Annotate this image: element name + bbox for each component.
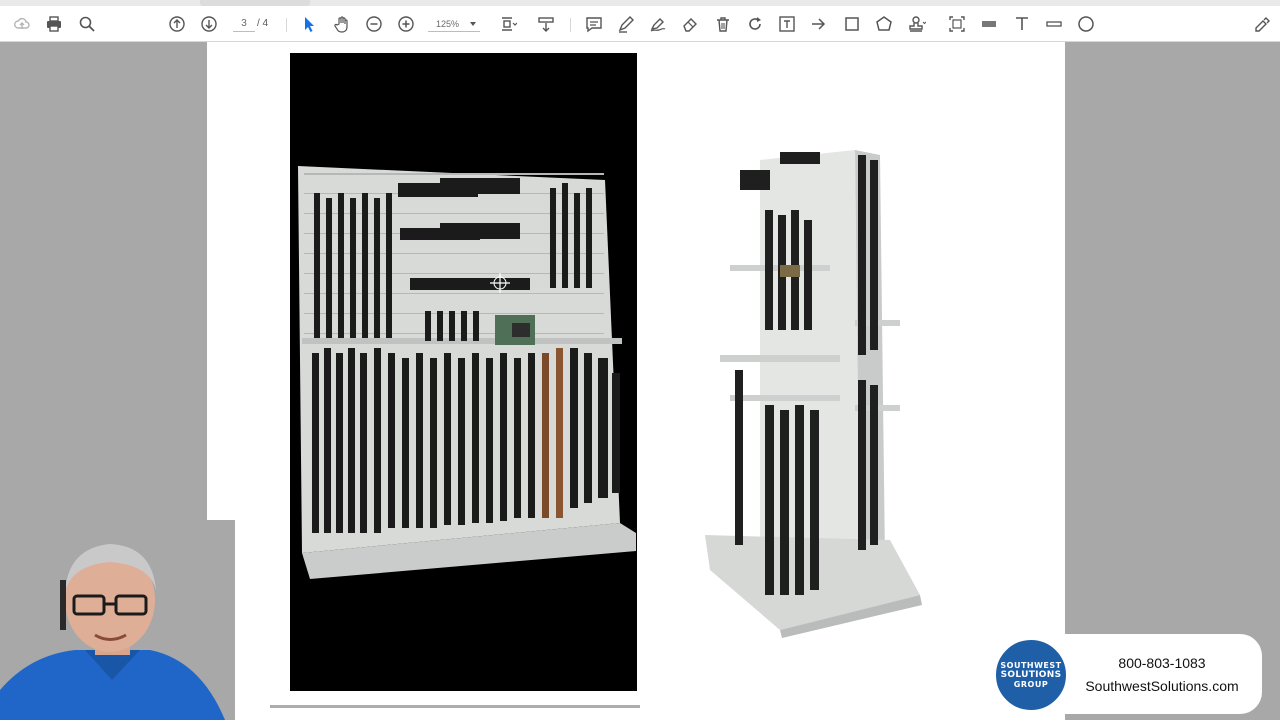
stamp-icon[interactable] (906, 13, 928, 35)
fit-page-icon[interactable] (497, 13, 519, 35)
scroll-mode-icon[interactable] (535, 13, 557, 35)
page-number-input[interactable]: 3 (233, 16, 255, 32)
zoom-in-icon[interactable] (395, 13, 417, 35)
next-page-icon[interactable] (198, 13, 220, 35)
website-url: SouthwestSolutions.com (1085, 678, 1239, 694)
page-total: / 4 (257, 18, 269, 29)
image-icon[interactable] (946, 13, 968, 35)
zoom-level-value: 125% (436, 19, 460, 29)
line-icon[interactable] (1043, 13, 1065, 35)
comment-icon[interactable] (583, 13, 605, 35)
rotating-gun-tower-photo (690, 140, 940, 640)
chevron-down-icon (470, 22, 476, 26)
circle-icon[interactable] (1075, 13, 1097, 35)
search-icon[interactable] (76, 13, 98, 35)
toolbar-divider (570, 18, 571, 32)
draw-icon[interactable] (647, 13, 669, 35)
phone-number: 800-803-1083 (1118, 655, 1206, 671)
hand-tool-icon[interactable] (331, 13, 353, 35)
delete-icon[interactable] (712, 13, 734, 35)
edit-signature-icon[interactable] (1251, 13, 1273, 35)
toolbar-divider (286, 18, 287, 32)
zoom-level-select[interactable]: 125% (428, 16, 480, 32)
polygon-icon[interactable] (873, 13, 895, 35)
previous-page-icon[interactable] (166, 13, 188, 35)
add-text-icon[interactable] (1011, 13, 1033, 35)
select-pointer-icon[interactable] (298, 13, 320, 35)
arrow-icon[interactable] (808, 13, 830, 35)
rotate-icon[interactable] (744, 13, 766, 35)
zoom-out-icon[interactable] (363, 13, 385, 35)
redact-icon[interactable] (978, 13, 1000, 35)
rectangle-icon[interactable] (841, 13, 863, 35)
gun-wall-rack-photo (290, 53, 637, 691)
pdf-toolbar: 3 / 4 125% (0, 6, 1280, 42)
text-box-icon[interactable] (776, 13, 798, 35)
logo-text-solutions: SOLUTIONS (1000, 669, 1062, 680)
video-progress-bar[interactable] (270, 705, 640, 708)
cloud-upload-icon[interactable] (11, 13, 33, 35)
company-logo: SOUTHWEST SOLUTIONS GROUP (994, 638, 1068, 712)
print-icon[interactable] (43, 13, 65, 35)
logo-text-southwest: SOUTHWEST (1000, 660, 1062, 670)
presenter-webcam (0, 520, 235, 720)
erase-icon[interactable] (679, 13, 701, 35)
logo-text-group: GROUP (1013, 679, 1049, 689)
highlight-pen-icon[interactable] (615, 13, 637, 35)
